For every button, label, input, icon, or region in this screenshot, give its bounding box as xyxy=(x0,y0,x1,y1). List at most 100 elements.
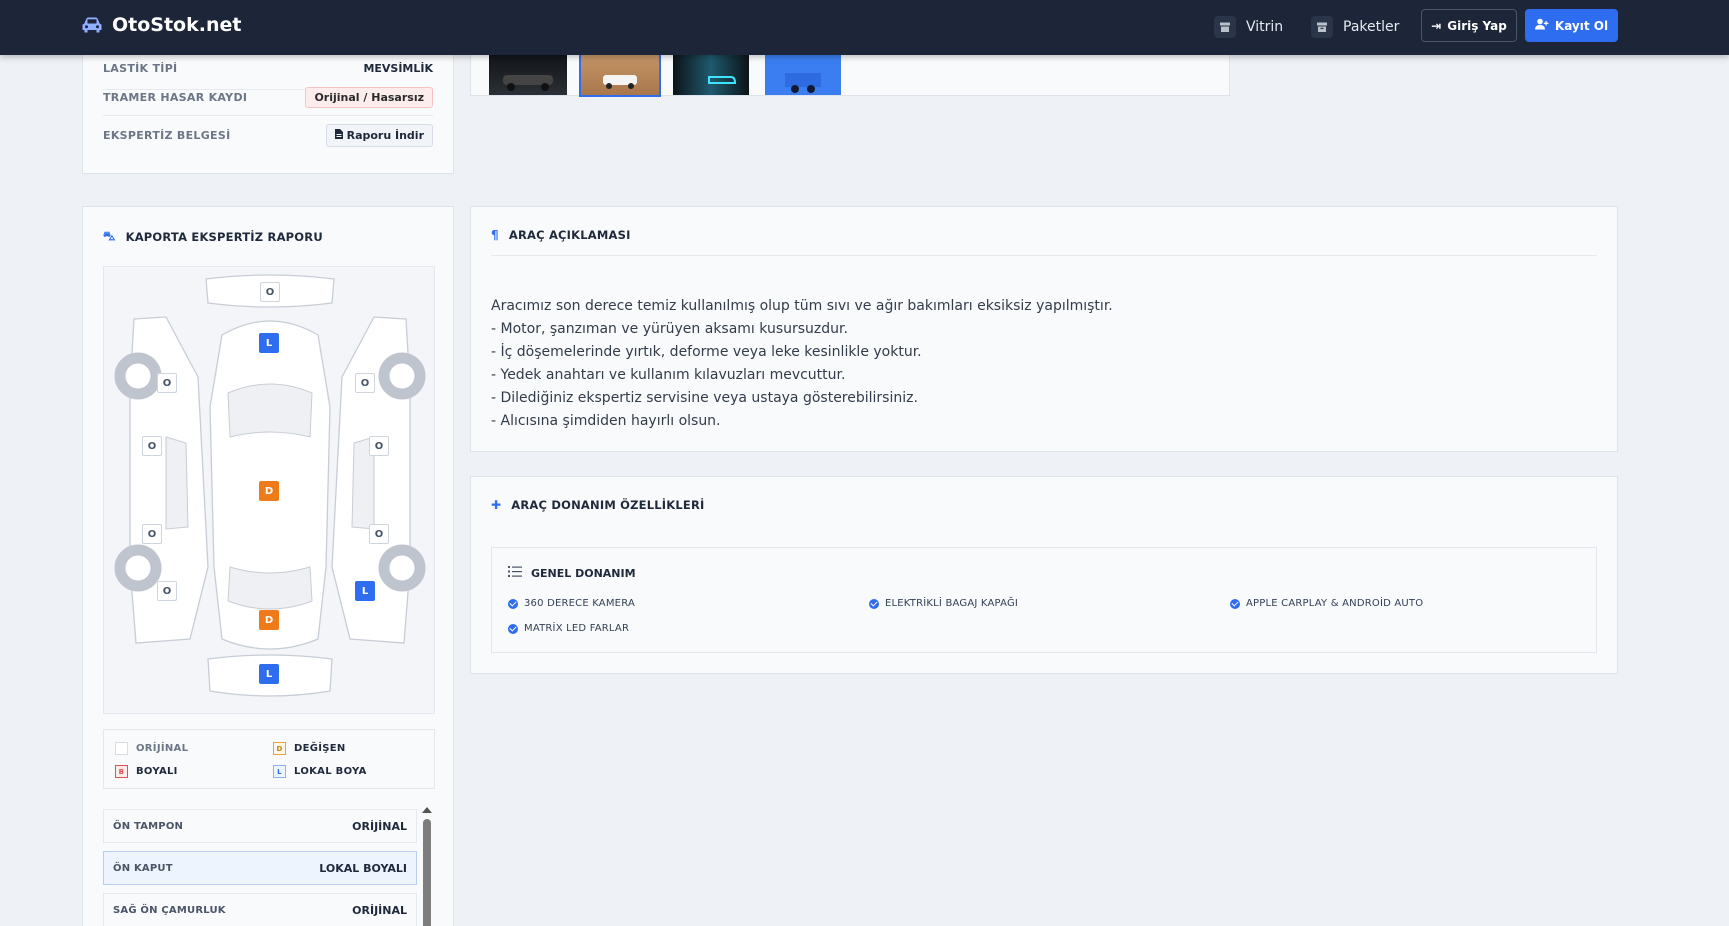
part-left-rear-door[interactable]: O xyxy=(142,524,162,544)
check-circle-icon xyxy=(508,598,518,609)
car-icon xyxy=(82,17,102,33)
legend-swatch xyxy=(115,742,128,755)
register-label: Kayıt Ol xyxy=(1554,18,1609,33)
body-expertise-card: ⛍ KAPORTA EKSPERTİZ RAPORU O L O O O O D… xyxy=(82,206,454,926)
part-status: ORİJİNAL xyxy=(352,903,407,917)
nav-paketler-label: Paketler xyxy=(1343,19,1400,35)
part-name: ÖN KAPUT xyxy=(113,862,173,874)
box-icon xyxy=(1311,16,1333,38)
car-photo-icon xyxy=(603,75,637,89)
thumbnail-3[interactable] xyxy=(673,49,749,95)
car-photo-icon xyxy=(503,75,553,91)
legend-label: DEĞİŞEN xyxy=(294,743,346,754)
feature-label: 360 DERECE KAMERA xyxy=(524,598,635,609)
body-expertise-title-text: KAPORTA EKSPERTİZ RAPORU xyxy=(125,230,323,244)
part-hood[interactable]: L xyxy=(259,333,279,353)
description-line: - Motor, şanzıman ve yürüyen aksamı kusu… xyxy=(491,321,848,337)
login-label: Giriş Yap xyxy=(1447,18,1507,33)
feature-label: ELEKTRİKLİ BAGAJ KAPAĞI xyxy=(885,598,1019,609)
feature-item: MATRİX LED FARLAR xyxy=(508,623,629,634)
list-item[interactable]: SAĞ ÖN ÇAMURLUK ORİJİNAL xyxy=(103,893,417,926)
part-right-rear-fender[interactable]: L xyxy=(355,581,375,601)
body-expertise-title: ⛍ KAPORTA EKSPERTİZ RAPORU xyxy=(103,229,323,245)
file-icon xyxy=(334,128,343,142)
spec-value: MEVSİMLİK xyxy=(363,62,433,75)
equipment-title-text: ARAÇ DONANIM ÖZELLİKLERİ xyxy=(511,498,705,512)
part-status: LOKAL BOYALI xyxy=(319,861,407,875)
thumbnail-1[interactable] xyxy=(489,49,567,95)
legend-label: LOKAL BOYA xyxy=(294,766,367,777)
legend-changed: D DEĞİŞEN xyxy=(273,742,346,755)
spec-row-expertise: EKSPERTİZ BELGESİ Raporu İndir xyxy=(103,116,433,154)
part-roof[interactable]: D xyxy=(259,481,279,501)
part-front-bumper[interactable]: L xyxy=(259,664,279,684)
list-item-active[interactable]: ÖN KAPUT LOKAL BOYALI xyxy=(103,851,417,885)
part-left-rear-fender[interactable]: O xyxy=(157,581,177,601)
feature-label: MATRİX LED FARLAR xyxy=(524,623,630,634)
spec-row-tramer: TRAMER HASAR KAYDI Orijinal / Hasarsız xyxy=(103,80,433,116)
download-report-button[interactable]: Raporu İndir xyxy=(325,123,433,147)
feature-item: 360 DERECE KAMERA xyxy=(508,598,635,609)
login-button[interactable]: ⇥ Giriş Yap xyxy=(1421,9,1517,42)
spec-key: TRAMER HASAR KAYDI xyxy=(103,91,248,104)
legend-label: BOYALI xyxy=(136,766,178,777)
legend-original: ORİJİNAL xyxy=(115,742,188,755)
description-line: Aracımız son derece temiz kullanılmış ol… xyxy=(491,298,1113,314)
scroll-up-arrow[interactable] xyxy=(422,807,432,813)
part-left-front-fender[interactable]: O xyxy=(157,373,177,393)
top-navbar: OtoStok.net Vitrin Paketler ⇥ Giriş Yap … xyxy=(0,0,1729,55)
check-circle-icon xyxy=(869,598,879,609)
paint-legend: ORİJİNAL D DEĞİŞEN B BOYALI L LOKAL BOYA xyxy=(103,729,435,789)
feature-label: APPLE CARPLAY & ANDROİD AUTO xyxy=(1246,598,1424,609)
brand-name: OtoStok.net xyxy=(112,14,242,36)
part-trunk[interactable]: D xyxy=(259,610,279,630)
description-text: Aracımız son derece temiz kullanılmış ol… xyxy=(491,295,1113,433)
spec-key: LASTİK TİPİ xyxy=(103,62,178,75)
car-photo-icon xyxy=(785,73,821,93)
check-circle-icon xyxy=(508,623,518,634)
legend-label: ORİJİNAL xyxy=(136,743,189,754)
divider xyxy=(491,255,1597,256)
car-diagram: O L O O O O D O O O L D L xyxy=(103,266,435,714)
register-button[interactable]: Kayıt Ol xyxy=(1525,9,1618,42)
tramer-badge: Orijinal / Hasarsız xyxy=(305,87,433,108)
user-plus-icon xyxy=(1534,18,1549,33)
feature-item: ELEKTRİKLİ BAGAJ KAPAĞI xyxy=(869,598,1018,609)
part-name: ÖN TAMPON xyxy=(113,820,184,832)
car-photo-icon xyxy=(708,76,737,84)
nav-vitrin[interactable]: Vitrin xyxy=(1214,16,1283,38)
feature-item: APPLE CARPLAY & ANDROİD AUTO xyxy=(1230,598,1423,609)
legend-swatch: L xyxy=(273,765,286,778)
puzzle-icon: ✚ xyxy=(491,498,502,512)
brand-logo[interactable]: OtoStok.net xyxy=(80,14,241,36)
list-scrollbar[interactable] xyxy=(422,807,432,926)
sign-in-icon: ⇥ xyxy=(1431,18,1442,33)
thumbnail-4[interactable] xyxy=(765,49,841,95)
list-item[interactable]: ÖN TAMPON ORİJİNAL xyxy=(103,809,417,843)
vehicle-description-card: ¶ ARAÇ AÇIKLAMASI Aracımız son derece te… xyxy=(470,206,1618,452)
scroll-thumb[interactable] xyxy=(423,819,431,926)
legend-painted: B BOYALI xyxy=(115,765,178,778)
equipment-group-label: GENEL DONANIM xyxy=(531,566,636,580)
description-line: - Dilediğiniz ekspertiz servisine veya u… xyxy=(491,390,918,406)
list-icon xyxy=(508,566,522,580)
legend-swatch: D xyxy=(273,742,286,755)
legend-local-paint: L LOKAL BOYA xyxy=(273,765,367,778)
car-crash-icon: ⛍ xyxy=(103,229,116,243)
nav-vitrin-label: Vitrin xyxy=(1246,19,1284,35)
part-left-front-door[interactable]: O xyxy=(142,436,162,456)
paragraph-icon: ¶ xyxy=(491,228,499,242)
part-name: SAĞ ÖN ÇAMURLUK xyxy=(113,904,226,916)
part-right-front-door[interactable]: O xyxy=(369,436,389,456)
store-icon xyxy=(1214,16,1236,38)
description-title-text: ARAÇ AÇIKLAMASI xyxy=(508,228,631,242)
part-right-rear-door[interactable]: O xyxy=(369,524,389,544)
description-line: - Yedek anahtarı ve kullanım kılavuzları… xyxy=(491,367,846,383)
part-right-front-fender[interactable]: O xyxy=(355,373,375,393)
nav-paketler[interactable]: Paketler xyxy=(1311,16,1399,38)
vehicle-equipment-card: ✚ ARAÇ DONANIM ÖZELLİKLERİ GENEL DONANIM… xyxy=(470,476,1618,674)
equipment-title: ✚ ARAÇ DONANIM ÖZELLİKLERİ xyxy=(491,498,705,512)
check-circle-icon xyxy=(1230,598,1240,609)
part-rear-bumper[interactable]: O xyxy=(260,282,280,302)
spec-key: EKSPERTİZ BELGESİ xyxy=(103,128,231,142)
